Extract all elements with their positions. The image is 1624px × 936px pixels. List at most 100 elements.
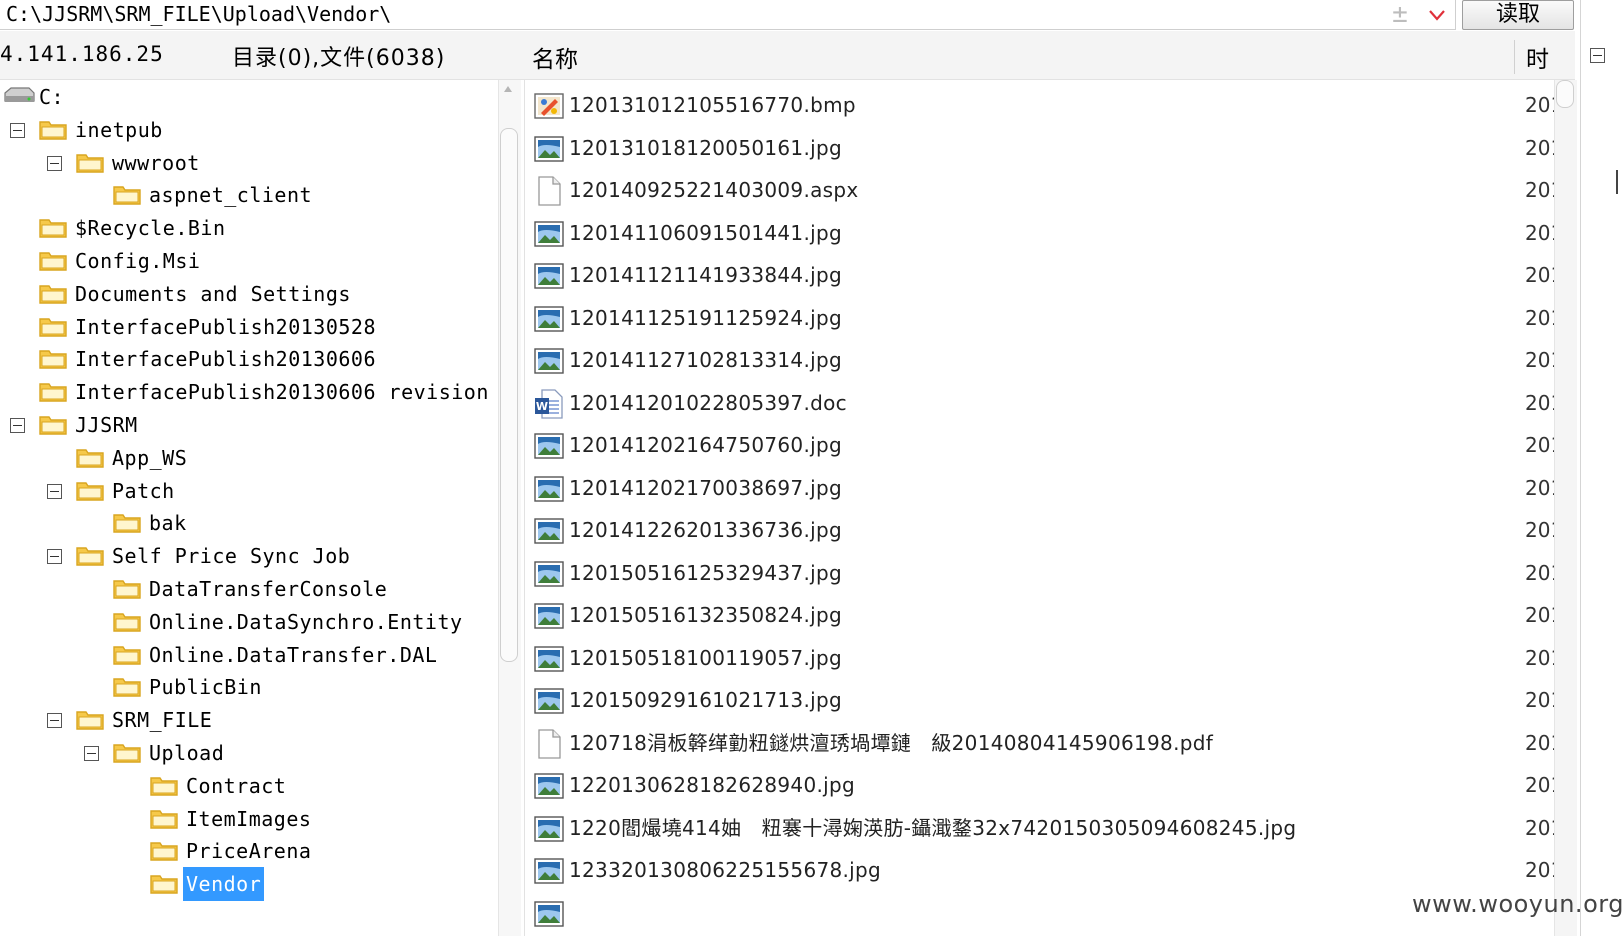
tree-item[interactable]: ItemImages [0,802,500,836]
file-row[interactable]: 120141226201336736.jpg 201 [525,508,1565,552]
file-name[interactable]: 120141202170038697.jpg [569,466,842,510]
collapse-toggle-icon[interactable] [47,483,62,499]
tree-item-label[interactable]: ItemImages [183,802,314,836]
file-row[interactable]: 120150929161021713.jpg 201 [525,678,1565,722]
file-name[interactable]: 120131012105516770.bmp [569,83,856,127]
read-button[interactable]: 读取 [1462,0,1574,30]
tree-item[interactable]: inetpub [0,113,500,147]
tree-item-label-selected[interactable]: Vendor [183,867,265,902]
tree-item[interactable]: Patch [0,474,500,508]
file-row[interactable]: 120140925221403009.aspx 201 [525,168,1565,212]
tree-item-label[interactable]: Config.Msi [72,244,203,278]
tree-item-label[interactable]: aspnet_client [146,178,315,212]
tree-item[interactable]: C: [0,80,500,114]
file-name[interactable]: 12332013080622515567​8.jpg [569,848,881,892]
path-input[interactable]: C:\JJSRM\SRM_FILE\Upload\Vendor\ [6,0,391,30]
tree-item-label[interactable]: wwwroot [109,146,203,180]
tree-item[interactable]: DataTransferConsole [0,572,500,606]
file-row[interactable]: 120150516125329437.jpg 201 [525,551,1565,595]
collapse-toggle-icon[interactable] [10,418,25,433]
file-name[interactable]: 1220130628182628940.jpg [569,763,855,807]
file-name[interactable]: 120141125191125924.jpg [569,296,842,340]
file-row[interactable]: W 120141201022805397.doc 201 [525,381,1565,425]
tree-item-label[interactable]: Upload [146,736,227,770]
collapse-toggle-icon[interactable] [47,713,62,729]
file-name[interactable]: 120131018120050161.jpg [569,126,842,170]
tree-item[interactable]: wwwroot [0,146,500,180]
file-list[interactable]: 120131012105516770.bmp 201 12013101812005… [524,80,1565,936]
tree-item-label[interactable]: Patch [109,474,178,508]
tree-item[interactable]: Online.DataTransfer.DAL [0,638,500,672]
tree-item-label[interactable]: Online.DataTransfer.DAL [146,638,440,672]
tree-scroll-thumb[interactable] [500,128,518,662]
tree-item-label[interactable]: inetpub [72,113,166,147]
file-name[interactable]: 120150516125329437.jpg [569,551,842,595]
tree-item-label[interactable]: PublicBin [146,670,265,704]
file-row[interactable]: 120141202164750760.jpg 201 [525,423,1565,467]
tree-item[interactable]: Online.DataSynchro.Entity [0,605,500,639]
tree-item[interactable]: InterfacePublish20130606 revision [0,375,500,409]
file-name[interactable]: 1220閻熶墝414妯 粈褰十潯婅渶肪-鑷濈鍪32x74201503050946… [569,806,1296,850]
column-header-time[interactable]: 时 [1526,40,1549,74]
file-name[interactable]: 120150929161021713.jpg [569,678,842,722]
file-row[interactable]: 1220130628182628940.jpg 201 [525,763,1565,807]
collapse-toggle-icon[interactable] [1590,48,1605,63]
tree-item-label[interactable]: C: [36,80,67,114]
tree-item-label[interactable]: bak [146,506,190,540]
collapse-toggle-icon[interactable] [84,746,99,761]
scroll-up-icon[interactable] [504,86,512,92]
file-row[interactable]: 120150516132350824.jpg 201 [525,593,1565,637]
file-row[interactable]: 1220閻熶墝414妯 粈褰十潯婅渶肪-鑷濈鍪32x74201503050946… [525,806,1565,850]
tree-item-label[interactable]: JJSRM [72,408,141,442]
file-row[interactable]: 120141106091501441.jpg 201 [525,211,1565,255]
tree-item-label[interactable]: App_WS [109,441,190,475]
file-row[interactable]: 120141125191125924.jpg 201 [525,296,1565,340]
file-name[interactable]: 120140925221403009.aspx [569,168,859,212]
tree-item[interactable]: Config.Msi [0,244,500,278]
file-list-scrollbar[interactable] [1554,80,1577,936]
chevron-down-icon[interactable] [1425,4,1449,26]
file-name[interactable]: 120141127102813314.jpg [569,338,842,382]
file-row[interactable]: 120141127102813314.jpg 201 [525,338,1565,382]
collapse-toggle-icon[interactable] [10,122,25,138]
file-name[interactable]: 120141201022805397.doc [569,381,847,425]
tree-item-label[interactable]: SRM_FILE [109,703,215,737]
file-row[interactable]: 120131012105516770.bmp 201 [525,83,1565,127]
add-icon[interactable]: ± [1388,1,1412,28]
file-row[interactable]: 120150518100119057.jpg 201 [525,636,1565,680]
tree-item-label[interactable]: Self Price Sync Job [109,539,353,573]
tree-item-label[interactable]: InterfacePublish20130528 [72,310,379,344]
tree-item[interactable]: App_WS [0,441,500,475]
file-row[interactable]: 120141121141933844.jpg 201 [525,253,1565,297]
tree-item-label[interactable]: Documents and Settings [72,277,354,311]
file-row[interactable]: 12332013080622515567​8.jpg 201 [525,848,1565,892]
tree-item[interactable]: Upload [0,736,500,770]
collapse-toggle-icon[interactable] [47,155,62,171]
file-name[interactable]: 120718涓板簳缂勭粈鐩烘澶琇堝墰鏈 級20140804145906198.p… [569,721,1213,765]
file-row[interactable] [525,891,1565,935]
tree-item[interactable]: JJSRM [0,408,500,442]
column-header-name[interactable]: 名称 [532,40,578,74]
tree-item-label[interactable]: $Recycle.Bin [72,211,229,245]
folder-tree[interactable]: C: inetpub wwwroot aspnet_client $Recycl… [0,80,500,936]
file-name[interactable]: 120150518100119057.jpg [569,636,842,680]
file-name[interactable]: 120141121141933844.jpg [569,253,842,297]
tree-item[interactable]: Documents and Settings [0,277,500,311]
file-row[interactable]: 120141202170038697.jpg 201 [525,466,1565,510]
file-name[interactable]: 120150516132350824.jpg [569,593,842,637]
file-row[interactable]: 120131018120050161.jpg 201 [525,126,1565,170]
tree-item[interactable]: Contract [0,769,500,803]
tree-item-label[interactable]: InterfacePublish20130606 [72,342,379,376]
tree-item-label[interactable]: Online.DataSynchro.Entity [146,605,466,639]
column-divider[interactable] [1514,40,1515,74]
tree-item[interactable]: InterfacePublish20130528 [0,310,500,344]
file-name[interactable]: 120141202164750760.jpg [569,423,842,467]
tree-item[interactable]: aspnet_client [0,178,500,212]
tree-item[interactable]: $Recycle.Bin [0,211,500,245]
tree-item[interactable]: PriceArena [0,834,500,868]
tree-item[interactable]: PublicBin [0,670,500,704]
file-list-scroll-thumb[interactable] [1556,80,1574,108]
tree-item[interactable]: SRM_FILE [0,703,500,737]
collapse-toggle-icon[interactable] [47,549,62,565]
tree-item-label[interactable]: InterfacePublish20130606 revision [72,375,492,409]
